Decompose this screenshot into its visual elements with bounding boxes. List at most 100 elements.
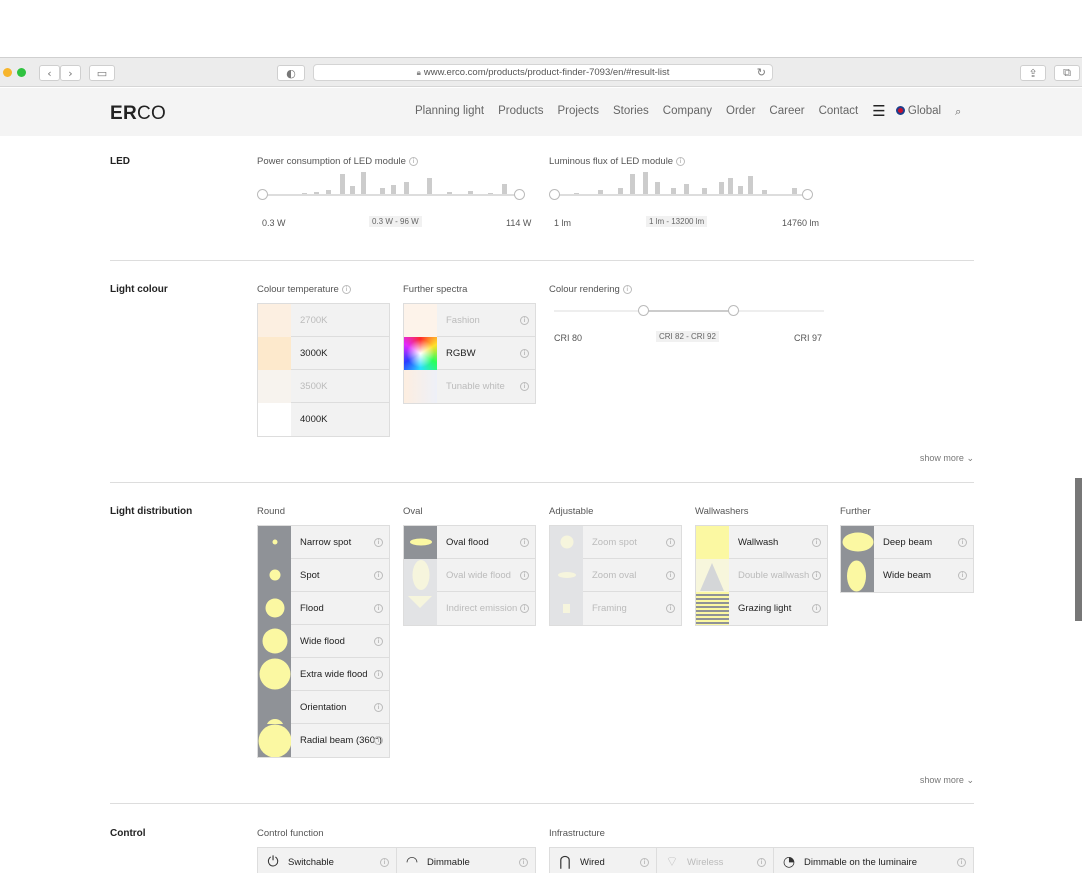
power-slider-max-handle[interactable] bbox=[514, 189, 525, 200]
search-icon[interactable]: ⌕ bbox=[955, 105, 961, 120]
address-bar[interactable]: 🔒︎ www.erco.com/products/product-finder-… bbox=[313, 64, 773, 81]
option-indirect-emission[interactable]: Indirect emission i bbox=[404, 592, 535, 625]
info-icon[interactable]: i bbox=[374, 637, 383, 646]
info-icon[interactable]: i bbox=[958, 571, 967, 580]
info-icon[interactable]: i bbox=[374, 538, 383, 547]
option-extra-wide-flood[interactable]: Extra wide flood i bbox=[258, 657, 389, 691]
show-more-light-distribution[interactable]: show more ⌄ bbox=[920, 775, 974, 786]
chevron-down-icon: ⌄ bbox=[966, 454, 974, 464]
option-grazing-light[interactable]: Grazing light i bbox=[696, 592, 827, 625]
option-tunable-white[interactable]: Tunable white i bbox=[404, 370, 535, 403]
info-icon[interactable]: i bbox=[380, 857, 389, 867]
erco-logo[interactable]: ERCO bbox=[110, 103, 166, 125]
privacy-shield-button[interactable]: ◐ bbox=[277, 65, 305, 81]
forward-button[interactable]: › bbox=[60, 65, 81, 81]
option-wired[interactable]: ⋂ Wired i bbox=[550, 848, 657, 873]
cri-slider-min-handle[interactable] bbox=[638, 305, 649, 316]
info-icon[interactable]: i bbox=[520, 604, 529, 613]
info-icon[interactable]: i bbox=[957, 857, 966, 867]
info-icon[interactable]: i bbox=[520, 382, 529, 391]
nav-planning-light[interactable]: Planning light bbox=[415, 105, 484, 120]
option-deep-beam[interactable]: Deep beam i bbox=[841, 525, 973, 559]
option-dimmable-on-luminaire[interactable]: ◔ Dimmable on the luminaire i bbox=[774, 848, 973, 873]
info-icon[interactable]: i bbox=[666, 571, 675, 580]
info-icon[interactable]: i bbox=[958, 538, 967, 547]
info-icon[interactable]: i bbox=[520, 316, 529, 325]
option-orientation[interactable]: Orientation i bbox=[258, 690, 389, 724]
option-fashion[interactable]: Fashion i bbox=[404, 303, 535, 337]
option-3500k[interactable]: 3500K bbox=[258, 369, 389, 403]
nav-contact[interactable]: Contact bbox=[819, 105, 859, 120]
option-wireless[interactable]: ⌔ Wireless i bbox=[657, 848, 774, 873]
sidebar-toggle-button[interactable]: ▭ bbox=[89, 65, 115, 81]
info-icon[interactable]: i bbox=[408, 157, 418, 166]
chevron-down-icon: ⌄ bbox=[966, 776, 974, 786]
show-more-light-colour[interactable]: show more ⌄ bbox=[920, 453, 974, 464]
main-navigation: Planning light Products Projects Stories… bbox=[415, 102, 961, 120]
info-icon[interactable]: i bbox=[812, 604, 821, 613]
share-button[interactable]: ⇪ bbox=[1020, 65, 1046, 81]
option-zoom-spot[interactable]: Zoom spot i bbox=[550, 525, 681, 559]
round-label: Round bbox=[257, 506, 285, 517]
flux-slider-max-handle[interactable] bbox=[802, 189, 813, 200]
info-icon[interactable]: i bbox=[666, 538, 675, 547]
zoom-window-button[interactable] bbox=[17, 68, 26, 77]
tabs-overview-button[interactable]: ⧉ bbox=[1054, 65, 1080, 81]
info-icon[interactable]: i bbox=[374, 736, 383, 745]
info-icon[interactable]: i bbox=[622, 285, 632, 294]
option-oval-flood[interactable]: Oval flood i bbox=[404, 525, 535, 559]
option-wide-beam[interactable]: Wide beam i bbox=[841, 559, 973, 592]
info-icon[interactable]: i bbox=[666, 604, 675, 613]
info-icon[interactable]: i bbox=[757, 857, 766, 867]
option-double-wallwash[interactable]: Double wallwash i bbox=[696, 558, 827, 592]
option-2700k[interactable]: 2700K bbox=[258, 303, 389, 337]
info-icon[interactable]: i bbox=[812, 571, 821, 580]
nav-stories[interactable]: Stories bbox=[613, 105, 649, 120]
option-3000k[interactable]: 3000K bbox=[258, 336, 389, 370]
option-oval-wide-flood[interactable]: Oval wide flood i bbox=[404, 558, 535, 592]
page-scrollbar-thumb[interactable] bbox=[1075, 478, 1082, 621]
hamburger-menu-icon[interactable]: ☰ bbox=[872, 102, 885, 120]
info-icon[interactable]: i bbox=[374, 571, 383, 580]
global-selector[interactable]: Global bbox=[895, 105, 941, 120]
option-4000k[interactable]: 4000K bbox=[258, 403, 389, 436]
option-switchable[interactable]: ⏻ Switchable i bbox=[258, 848, 397, 873]
option-radial-beam[interactable]: Radial beam (360°) i bbox=[258, 724, 389, 757]
nav-projects[interactable]: Projects bbox=[557, 105, 599, 120]
info-icon[interactable]: i bbox=[374, 604, 383, 613]
flux-slider-min-handle[interactable] bbox=[549, 189, 560, 200]
option-dimmable[interactable]: ◠ Dimmable i bbox=[397, 848, 535, 873]
info-icon[interactable]: i bbox=[640, 857, 649, 867]
option-rgbw[interactable]: RGBW i bbox=[404, 336, 535, 370]
option-narrow-spot[interactable]: Narrow spot i bbox=[258, 525, 389, 559]
nav-order[interactable]: Order bbox=[726, 105, 755, 120]
info-icon[interactable]: i bbox=[374, 670, 383, 679]
power-slider-min-handle[interactable] bbox=[257, 189, 268, 200]
minimize-window-button[interactable] bbox=[3, 68, 12, 77]
info-icon[interactable]: i bbox=[520, 538, 529, 547]
nav-career[interactable]: Career bbox=[769, 105, 804, 120]
info-icon[interactable]: i bbox=[676, 157, 686, 166]
back-button[interactable]: ‹ bbox=[39, 65, 60, 81]
nav-company[interactable]: Company bbox=[663, 105, 712, 120]
info-icon[interactable]: i bbox=[812, 538, 821, 547]
option-wallwash[interactable]: Wallwash i bbox=[696, 525, 827, 559]
cri-slider-max-handle[interactable] bbox=[728, 305, 739, 316]
option-flood[interactable]: Flood i bbox=[258, 591, 389, 625]
power-slider-track[interactable] bbox=[262, 194, 520, 196]
info-icon[interactable]: i bbox=[519, 857, 528, 867]
option-wide-flood[interactable]: Wide flood i bbox=[258, 624, 389, 658]
option-framing[interactable]: Framing i bbox=[550, 592, 681, 625]
info-icon[interactable]: i bbox=[341, 285, 351, 294]
info-icon[interactable]: i bbox=[374, 703, 383, 712]
orientation-beam-icon bbox=[258, 690, 291, 724]
reload-icon[interactable]: ↻ bbox=[757, 66, 766, 79]
nav-products[interactable]: Products bbox=[498, 105, 543, 120]
flux-slider-track[interactable] bbox=[554, 194, 806, 196]
info-icon[interactable]: i bbox=[520, 571, 529, 580]
adjustable-label: Adjustable bbox=[549, 506, 594, 517]
infrastructure-group: ⋂ Wired i ⌔ Wireless i ◔ Dimmable on the… bbox=[549, 847, 974, 873]
option-spot[interactable]: Spot i bbox=[258, 558, 389, 592]
info-icon[interactable]: i bbox=[520, 349, 529, 358]
option-zoom-oval[interactable]: Zoom oval i bbox=[550, 558, 681, 592]
